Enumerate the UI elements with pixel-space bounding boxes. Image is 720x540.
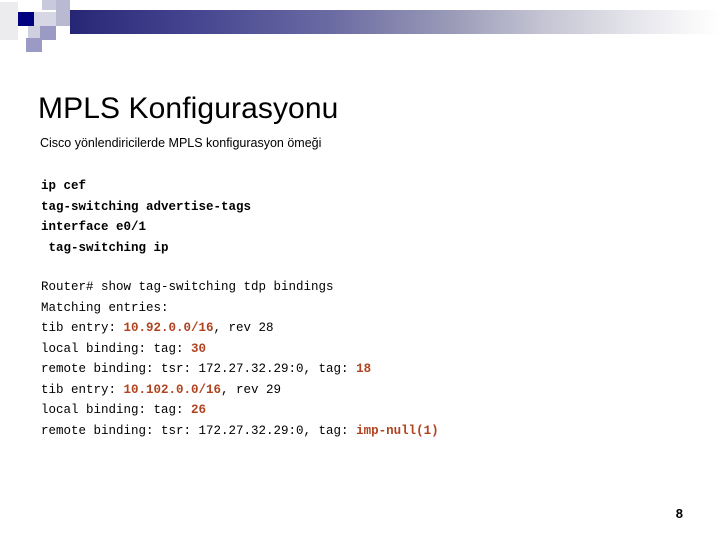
highlighted-value: 10.92.0.0/16 (123, 321, 214, 335)
page-number: 8 (675, 506, 683, 521)
decorative-square (56, 26, 70, 38)
highlighted-value: 18 (356, 362, 372, 376)
code-text: tib entry: (41, 382, 124, 397)
highlighted-value: imp-null(1) (356, 423, 439, 438)
code-text: local binding: tag: (41, 341, 192, 356)
gradient-bar (46, 10, 720, 34)
code-line: tag-switching advertise-tags (41, 199, 252, 214)
code-text: , rev 28 (213, 321, 274, 335)
code-text: Router# show tag-switching tdp bindings (41, 280, 334, 294)
code-line: local binding: tag: 26 (41, 400, 439, 421)
code-line: Router# show tag-switching tdp bindings (41, 277, 439, 298)
highlighted-value: 30 (191, 341, 207, 356)
highlighted-value: 26 (191, 403, 207, 417)
decorative-square (42, 0, 56, 10)
decorative-square (34, 12, 56, 26)
slide-subtitle: Cisco yönlendiricilerde MPLS konfigurasy… (40, 136, 322, 150)
decorative-square (40, 26, 56, 40)
code-text: local binding: tag: (41, 403, 192, 417)
code-line: local binding: tag: 30 (41, 339, 439, 360)
slide-header-decoration (0, 0, 720, 56)
code-text: remote binding: tsr: 172.27.32.29:0, tag… (41, 362, 357, 376)
decorative-square (18, 12, 34, 26)
code-line: interface e0/1 (41, 220, 147, 234)
code-line: remote binding: tsr: 172.27.32.29:0, tag… (41, 359, 439, 380)
code-line: tag-switching ip (41, 240, 169, 255)
code-text: , rev 29 (221, 382, 282, 397)
highlighted-value: 10.102.0.0/16 (123, 382, 222, 397)
code-line: tib entry: 10.102.0.0/16, rev 29 (41, 380, 439, 401)
code-block-tdp-bindings-output: Router# show tag-switching tdp bindings M… (41, 277, 439, 441)
page-title: MPLS Konfigurasyonu (38, 92, 339, 126)
decorative-square (0, 2, 18, 40)
decorative-square (56, 0, 70, 26)
decorative-square (26, 38, 42, 52)
code-line: remote binding: tsr: 172.27.32.29:0, tag… (41, 421, 439, 442)
code-text: remote binding: tsr: 172.27.32.29:0, tag… (41, 423, 357, 438)
code-text: Matching entries: (41, 300, 169, 315)
code-block-mpls-enable-config: ip cef tag-switching advertise-tags interf… (41, 176, 251, 258)
code-line: ip cef (41, 179, 87, 193)
code-line: tib entry: 10.92.0.0/16, rev 28 (41, 318, 439, 339)
code-line: Matching entries: (41, 298, 439, 319)
code-text: tib entry: (41, 321, 124, 335)
